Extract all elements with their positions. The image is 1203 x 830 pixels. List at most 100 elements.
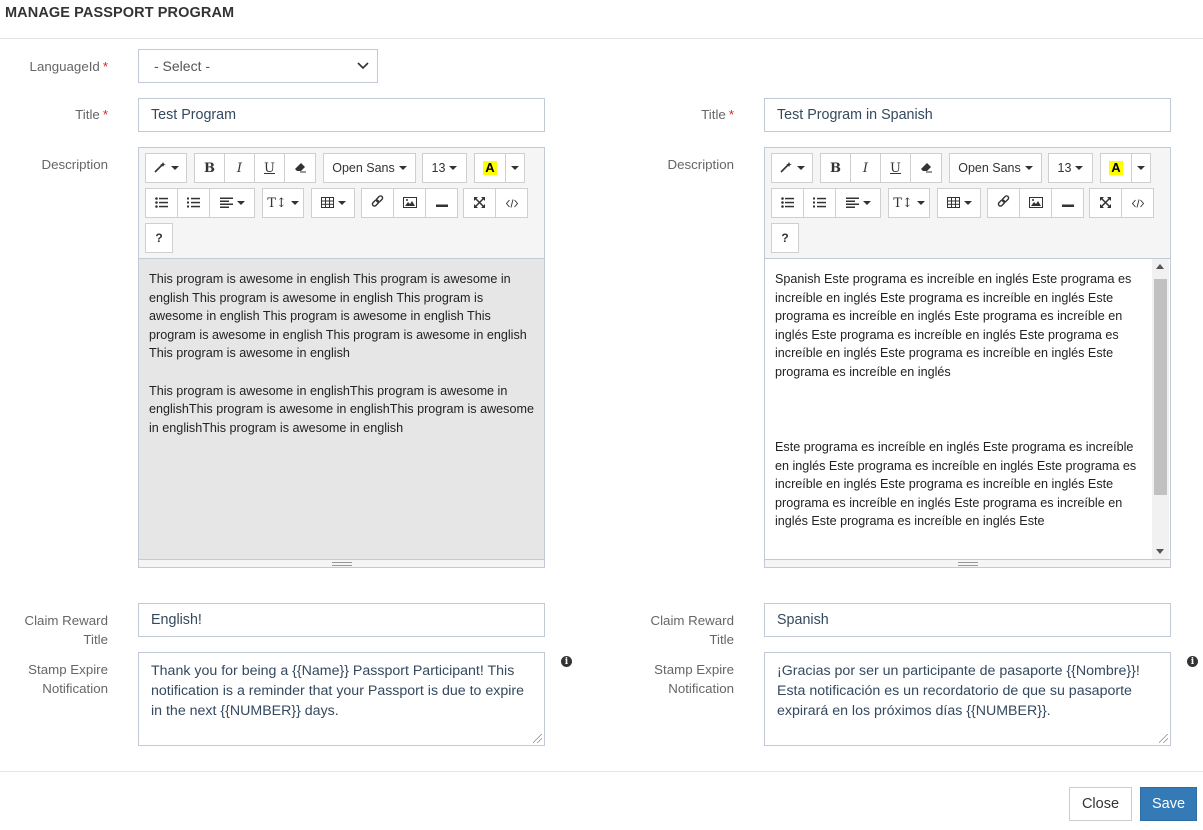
description-content-en[interactable]: This program is awesome in english This … — [139, 259, 544, 559]
language-select-value: - Select - — [154, 58, 211, 74]
textarea-resize-handle[interactable] — [533, 734, 542, 743]
footer-divider — [0, 771, 1203, 772]
highlight-dropdown-button[interactable] — [505, 153, 525, 183]
eraser-icon — [294, 161, 307, 176]
magic-icon — [153, 161, 167, 176]
align-button[interactable] — [835, 188, 881, 218]
link-button[interactable] — [361, 188, 394, 218]
bold-button[interactable]: B — [820, 153, 851, 183]
highlight-icon: A — [483, 160, 497, 175]
scroll-up-icon[interactable] — [1156, 264, 1164, 269]
hr-icon — [1061, 196, 1074, 211]
link-button[interactable] — [987, 188, 1020, 218]
stamp-label-en: Stamp Expire Notification — [28, 662, 108, 696]
line-height-button[interactable]: T↕ — [262, 188, 304, 218]
code-icon — [1131, 196, 1144, 211]
highlight-icon: A — [1109, 160, 1123, 175]
align-icon — [845, 196, 859, 211]
underline-icon: U — [264, 160, 275, 176]
stamp-text: ¡Gracias por ser un participante de pasa… — [777, 663, 1140, 719]
hr-icon — [435, 196, 448, 211]
textarea-resize-handle[interactable] — [1159, 734, 1168, 743]
editor-resize-handle[interactable] — [139, 559, 544, 567]
fullscreen-button[interactable] — [1089, 188, 1122, 218]
ordered-list-button[interactable] — [803, 188, 836, 218]
save-button[interactable]: Save — [1140, 787, 1197, 821]
editor-resize-handle[interactable] — [765, 559, 1170, 567]
fullscreen-icon — [474, 196, 485, 211]
font-size-value: 13 — [1057, 161, 1072, 175]
info-icon[interactable]: i — [1187, 656, 1198, 667]
title-label-en: Title * — [75, 107, 108, 122]
description-paragraph: This program is awesome in english This … — [149, 272, 527, 360]
required-mark: * — [728, 107, 734, 122]
claim-input-en[interactable]: English! — [138, 603, 545, 637]
italic-button[interactable]: I — [850, 153, 881, 183]
line-height-button[interactable]: T↕ — [888, 188, 930, 218]
claim-input-es[interactable]: Spanish — [764, 603, 1171, 637]
claim-label-es: Claim Reward Title — [650, 613, 735, 647]
chevron-down-icon — [349, 59, 377, 73]
close-button[interactable]: Close — [1069, 787, 1132, 821]
font-size-button[interactable]: 13 — [422, 153, 467, 183]
editor-scrollbar[interactable] — [1152, 259, 1169, 559]
scroll-down-icon[interactable] — [1156, 549, 1164, 554]
clear-format-button[interactable] — [910, 153, 942, 183]
image-button[interactable] — [393, 188, 426, 218]
link-icon — [371, 195, 384, 211]
unordered-list-button[interactable] — [771, 188, 804, 218]
help-icon: ? — [155, 231, 163, 245]
font-size-button[interactable]: 13 — [1048, 153, 1093, 183]
clear-format-button[interactable] — [284, 153, 316, 183]
underline-button[interactable]: U — [254, 153, 285, 183]
style-button[interactable] — [771, 153, 813, 183]
font-family-value: Open Sans — [332, 161, 395, 175]
ordered-list-button[interactable] — [177, 188, 210, 218]
help-button[interactable]: ? — [771, 223, 799, 253]
italic-icon: I — [862, 160, 869, 176]
fullscreen-button[interactable] — [463, 188, 496, 218]
unordered-list-button[interactable] — [145, 188, 178, 218]
table-button[interactable] — [937, 188, 981, 218]
italic-button[interactable]: I — [224, 153, 255, 183]
title-label-es: Title * — [701, 107, 734, 122]
stamp-textarea-en[interactable]: Thank you for being a {{Name}} Passport … — [138, 652, 545, 746]
font-family-button[interactable]: Open Sans — [949, 153, 1042, 183]
underline-icon: U — [890, 160, 901, 176]
description-editor-es: B I U Open Sans 13 A T↕ ? Spanish Este p… — [764, 147, 1171, 568]
code-view-button[interactable] — [1121, 188, 1154, 218]
align-button[interactable] — [209, 188, 255, 218]
underline-button[interactable]: U — [880, 153, 911, 183]
highlight-button[interactable]: A — [474, 153, 506, 183]
table-button[interactable] — [311, 188, 355, 218]
hr-button[interactable] — [425, 188, 458, 218]
info-icon[interactable]: i — [561, 656, 572, 667]
style-button[interactable] — [145, 153, 187, 183]
table-icon — [320, 196, 334, 211]
image-button[interactable] — [1019, 188, 1052, 218]
hr-button[interactable] — [1051, 188, 1084, 218]
stamp-textarea-es[interactable]: ¡Gracias por ser un participante de pasa… — [764, 652, 1171, 746]
image-icon — [402, 196, 417, 211]
line-height-icon: T↕ — [893, 195, 913, 211]
description-content-es[interactable]: Spanish Este programa es increíble en in… — [765, 259, 1152, 559]
align-icon — [219, 196, 233, 211]
bold-button[interactable]: B — [194, 153, 225, 183]
scrollbar-thumb[interactable] — [1154, 279, 1167, 495]
description-editor-en: B I U Open Sans 13 A T↕ ? This program i… — [138, 147, 545, 568]
image-icon — [1028, 196, 1043, 211]
language-select[interactable]: - Select - — [138, 49, 378, 83]
stamp-label-es: Stamp Expire Notification — [654, 662, 734, 696]
magic-icon — [779, 161, 793, 176]
required-mark: * — [102, 107, 108, 122]
highlight-button[interactable]: A — [1100, 153, 1132, 183]
unordered-list-icon — [781, 196, 794, 211]
ordered-list-icon — [813, 196, 826, 211]
title-input-en[interactable]: Test Program — [138, 98, 545, 132]
description-label-es: Description — [667, 157, 734, 172]
help-button[interactable]: ? — [145, 223, 173, 253]
highlight-dropdown-button[interactable] — [1131, 153, 1151, 183]
font-family-button[interactable]: Open Sans — [323, 153, 416, 183]
title-input-es[interactable]: Test Program in Spanish — [764, 98, 1171, 132]
code-view-button[interactable] — [495, 188, 528, 218]
